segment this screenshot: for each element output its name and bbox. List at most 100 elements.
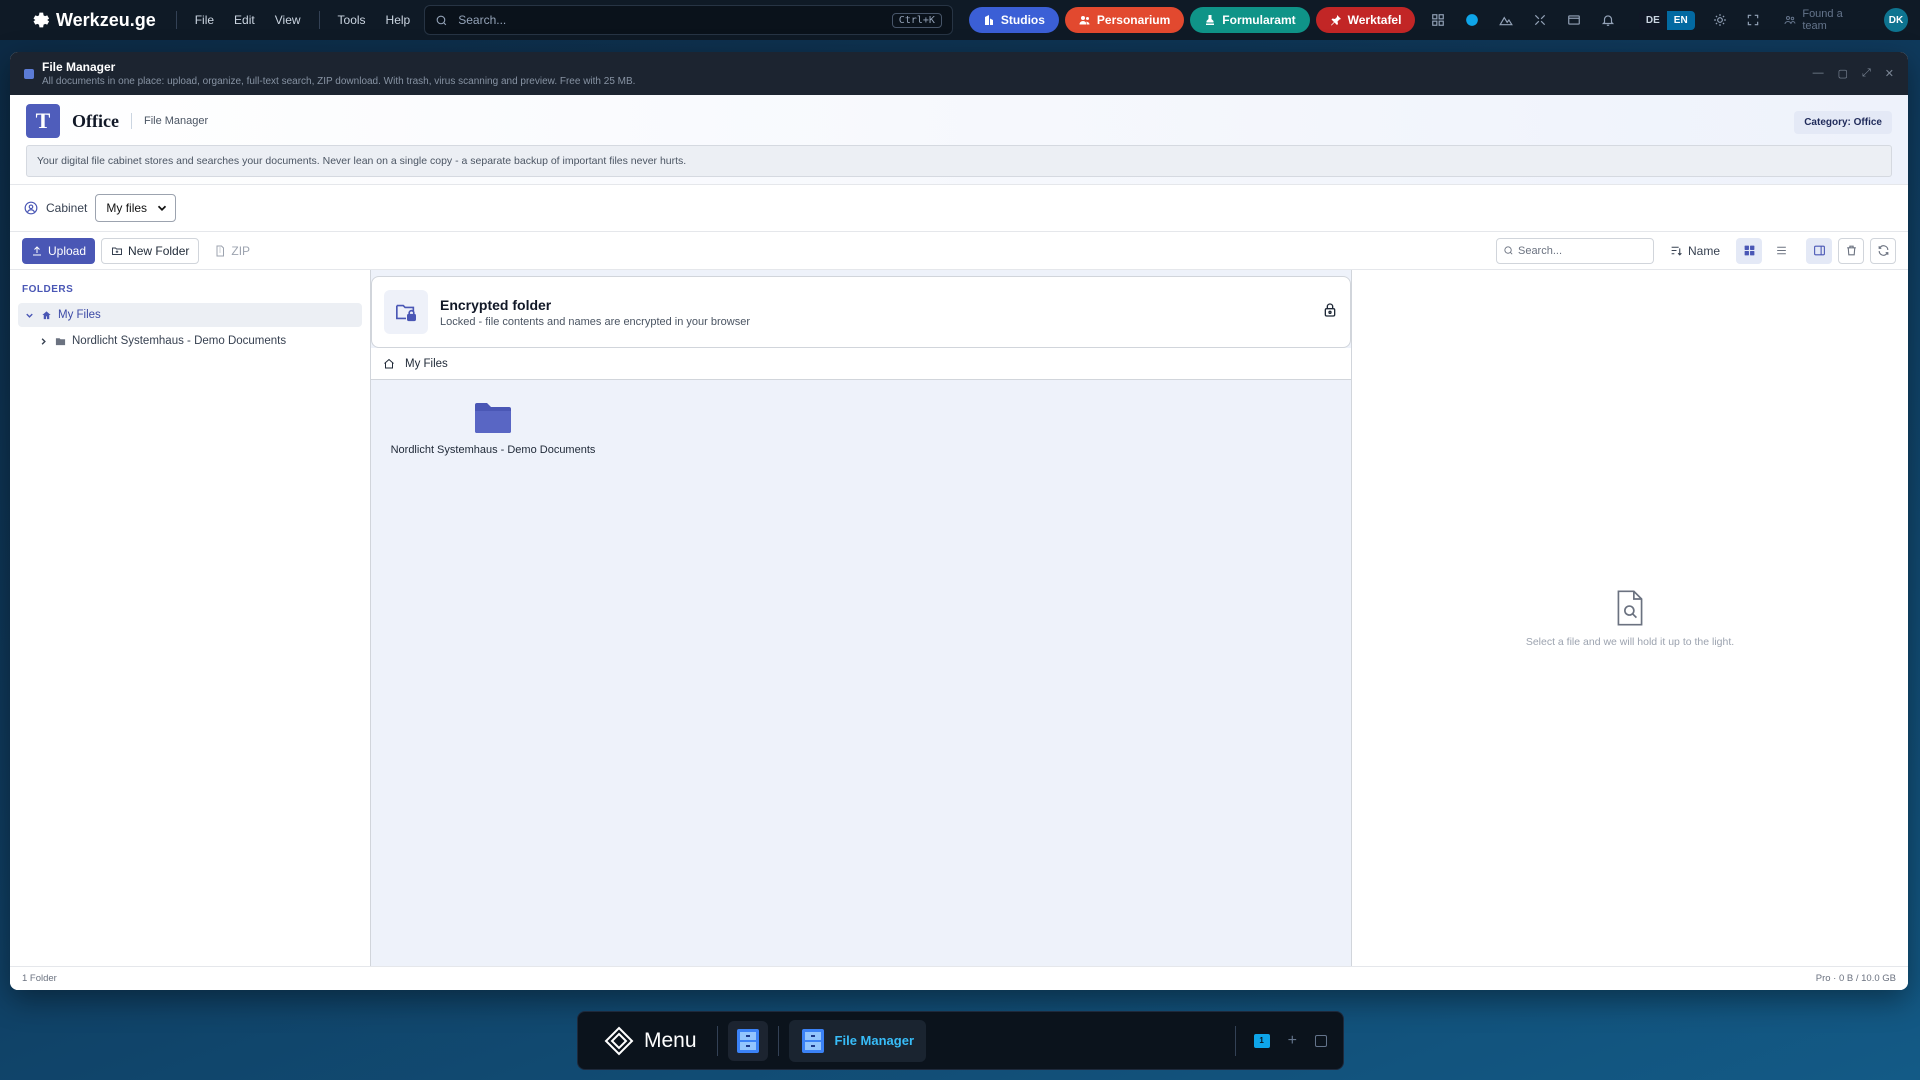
top-bar: Werkzeu.ge File Edit View Tools Help Sea… xyxy=(0,0,1920,40)
folder-count: 1 Folder xyxy=(22,973,57,984)
search-icon xyxy=(436,15,447,25)
menu-view[interactable]: View xyxy=(265,13,311,27)
file-cabinet-icon xyxy=(801,1028,824,1053)
file-browser: Encrypted folder Locked - file contents … xyxy=(371,270,1352,968)
dock-app-cabinet[interactable] xyxy=(727,1020,768,1061)
menu-file[interactable]: File xyxy=(185,13,224,27)
window-subtitle: All documents in one place: upload, orga… xyxy=(42,76,636,87)
refresh-button[interactable] xyxy=(1870,237,1896,264)
breadcrumb-my-files[interactable]: My Files xyxy=(405,358,448,370)
search-icon xyxy=(1504,246,1513,255)
sun-icon[interactable] xyxy=(1703,5,1737,35)
window-title-bar[interactable]: File Manager All documents in one place:… xyxy=(10,52,1908,95)
preview-empty-text: Select a file and we will hold it up to … xyxy=(1525,636,1735,648)
fullscreen-icon[interactable] xyxy=(1736,5,1770,35)
cabinet-select[interactable]: My files xyxy=(95,194,177,222)
cabinet-label: Cabinet xyxy=(46,201,88,215)
home-icon[interactable] xyxy=(383,358,395,370)
folder-tile[interactable]: Nordlicht Systemhaus - Demo Documents xyxy=(383,402,603,456)
home-icon xyxy=(42,310,51,319)
file-manager-window: File Manager All documents in one place:… xyxy=(10,52,1908,990)
info-notice: Your digital file cabinet stores and sea… xyxy=(26,145,1892,177)
grid-view-button[interactable] xyxy=(1736,237,1762,264)
app-name: Office xyxy=(72,110,119,131)
archive-icon xyxy=(216,245,225,256)
lang-en[interactable]: EN xyxy=(1666,10,1695,30)
global-search-placeholder: Search... xyxy=(458,13,507,27)
global-search[interactable]: Search... Ctrl+K xyxy=(424,5,953,35)
search-shortcut: Ctrl+K xyxy=(891,12,942,28)
list-icon xyxy=(1776,246,1786,255)
list-view-button[interactable] xyxy=(1768,238,1794,264)
folder-tile-label: Nordlicht Systemhaus - Demo Documents xyxy=(390,444,596,456)
sidebar-item-nordlicht[interactable]: Nordlicht Systemhaus - Demo Documents xyxy=(18,329,362,353)
trash-button[interactable] xyxy=(1838,237,1864,264)
menu-help[interactable]: Help xyxy=(376,13,421,27)
file-search-input[interactable]: Search... xyxy=(1495,237,1654,264)
studios-button[interactable]: Studios xyxy=(968,7,1059,33)
taskbar-dock: Menu File Manager 1 + xyxy=(577,1011,1344,1070)
file-search-icon xyxy=(1617,590,1643,626)
dock-menu-button[interactable]: Menu xyxy=(594,1026,707,1056)
pin-icon xyxy=(1330,15,1341,26)
status-bar: 1 Folder Pro · 0 B / 10.0 GB xyxy=(10,966,1908,990)
maximize-icon[interactable]: ⤢ xyxy=(1862,67,1871,80)
app-badge: T xyxy=(26,104,60,138)
sort-button[interactable]: Name xyxy=(1660,244,1730,258)
lang-de[interactable]: DE xyxy=(1638,10,1667,30)
language-switch[interactable]: DE EN xyxy=(1638,10,1695,30)
encrypted-folder-subtitle: Locked - file contents and names are enc… xyxy=(440,315,750,328)
file-grid: Nordlicht Systemhaus - Demo Documents xyxy=(371,380,1351,478)
apps-grid-icon[interactable] xyxy=(1421,5,1455,35)
minimize-icon[interactable]: — xyxy=(1813,67,1824,80)
diamond-logo-icon xyxy=(604,1026,634,1055)
workspace-indicator[interactable]: 1 xyxy=(1253,1033,1270,1048)
status-dot-icon[interactable] xyxy=(1455,5,1489,35)
add-workspace-icon[interactable]: + xyxy=(1288,1032,1297,1050)
folder-icon xyxy=(55,337,66,345)
chevron-down-icon[interactable] xyxy=(24,310,35,321)
sidebar-item-my-files[interactable]: My Files xyxy=(18,303,362,327)
mountains-icon[interactable] xyxy=(1489,5,1523,35)
menu-edit[interactable]: Edit xyxy=(224,13,265,27)
show-desktop-icon[interactable] xyxy=(1315,1034,1327,1047)
werktafel-button[interactable]: Werktafel xyxy=(1315,7,1416,33)
folder-plus-icon xyxy=(112,247,123,255)
preview-panel-toggle[interactable] xyxy=(1806,237,1832,264)
window-title: File Manager xyxy=(42,60,116,74)
sort-icon xyxy=(1671,246,1682,256)
restore-icon[interactable]: ▢ xyxy=(1838,67,1848,80)
formularamt-button[interactable]: Formularamt xyxy=(1190,7,1310,33)
dock-app-file-manager[interactable]: File Manager xyxy=(788,1019,926,1062)
storage-usage: Pro · 0 B / 10.0 GB xyxy=(1815,973,1896,984)
preview-panel: Select a file and we will hold it up to … xyxy=(1352,270,1908,968)
personarium-button[interactable]: Personarium xyxy=(1064,7,1185,33)
app-header: T Office File Manager Category: Office Y… xyxy=(10,95,1908,185)
folder-icon xyxy=(475,403,511,433)
found-team-link[interactable]: Found a team xyxy=(1784,8,1870,32)
avatar[interactable]: DK xyxy=(1884,8,1908,32)
users-icon xyxy=(1079,16,1090,25)
user-circle-icon xyxy=(24,201,38,215)
encrypted-folder-card[interactable]: Encrypted folder Locked - file contents … xyxy=(371,276,1351,348)
content-area: FOLDERS My Files Nordlicht Systemhaus - … xyxy=(10,270,1908,968)
file-manager-icon xyxy=(24,68,34,79)
new-folder-button[interactable]: New Folder xyxy=(101,237,200,264)
brand-logo[interactable]: Werkzeu.ge xyxy=(28,9,156,31)
chevron-right-icon[interactable] xyxy=(38,336,49,347)
locked-folder-icon xyxy=(384,290,428,334)
lock-icon[interactable] xyxy=(1322,302,1338,323)
upload-button[interactable]: Upload xyxy=(22,237,96,264)
chevron-down-icon xyxy=(157,205,167,211)
zip-button[interactable]: ZIP xyxy=(205,238,259,264)
window-icon[interactable] xyxy=(1557,5,1591,35)
collapse-icon[interactable] xyxy=(1523,5,1557,35)
app-subtitle: File Manager xyxy=(143,115,209,127)
menu-tools[interactable]: Tools xyxy=(328,13,376,27)
breadcrumb: My Files xyxy=(371,348,1351,380)
brand-name: Werkzeu.ge xyxy=(56,9,156,30)
close-icon[interactable]: ✕ xyxy=(1885,67,1894,80)
file-cabinet-icon xyxy=(736,1028,759,1053)
bell-icon[interactable] xyxy=(1591,5,1625,35)
upload-icon xyxy=(33,245,41,255)
